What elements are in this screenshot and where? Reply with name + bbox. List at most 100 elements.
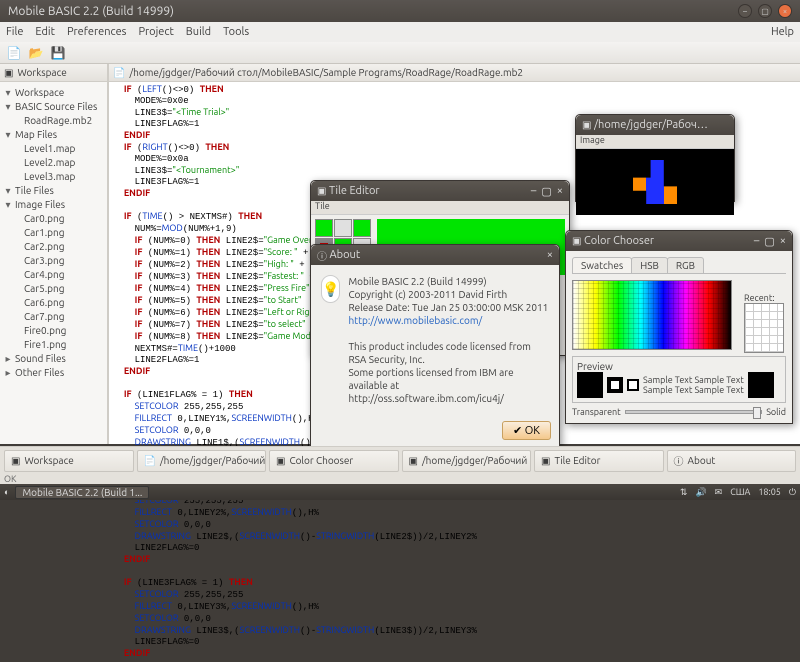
about-line: Mobile BASIC 2.2 (Build 14999) bbox=[348, 275, 549, 288]
sample-text: Sample Text Sample Text bbox=[643, 385, 744, 395]
os-taskbar: ◐ Mobile BASIC 2.2 (Build 1... ⇅ 🔊 ✉ США… bbox=[0, 484, 800, 500]
menu-build[interactable]: Build bbox=[186, 26, 211, 38]
minimize-button[interactable]: – bbox=[738, 4, 752, 18]
tile-icon: ▣ bbox=[317, 185, 326, 197]
about-dialog[interactable]: ⓘ About × 💡 Mobile BASIC 2.2 (Build 1499… bbox=[310, 244, 560, 449]
tree-item[interactable]: RoadRage.mb2 bbox=[2, 114, 105, 128]
tree-item[interactable]: Car5.png bbox=[2, 282, 105, 296]
about-ok-button[interactable]: ✔ OK bbox=[502, 421, 551, 440]
tree-item[interactable]: Level2.map bbox=[2, 156, 105, 170]
task-chooser[interactable]: ▣Color Chooser bbox=[269, 450, 399, 472]
os-task-app[interactable]: Mobile BASIC 2.2 (Build 1... bbox=[15, 486, 149, 499]
lang-indicator[interactable]: США bbox=[730, 487, 750, 497]
close-button[interactable]: × bbox=[778, 4, 792, 18]
tree-group[interactable]: ▾Image Files bbox=[2, 198, 105, 212]
tile-max-button[interactable]: ▢ bbox=[541, 185, 551, 198]
chooser-close-button[interactable]: × bbox=[780, 235, 786, 248]
file-tree[interactable]: ▾Workspace▾BASIC Source FilesRoadRage.mb… bbox=[0, 82, 107, 384]
power-icon[interactable]: ⏻ bbox=[789, 487, 796, 498]
chooser-min-button[interactable]: – bbox=[754, 235, 759, 248]
main-toolbar: 📄 📂 💾 bbox=[0, 42, 800, 64]
tile-close-button[interactable]: × bbox=[557, 185, 563, 198]
tree-item[interactable]: Car1.png bbox=[2, 226, 105, 240]
tree-item[interactable]: Car7.png bbox=[2, 310, 105, 324]
tree-group[interactable]: ▾Tile Files bbox=[2, 184, 105, 198]
preview-swatch-large bbox=[577, 372, 603, 398]
window-titlebar: Mobile BASIC 2.2 (Build 14999) – ▢ × bbox=[0, 0, 800, 22]
tree-group[interactable]: ▾Map Files bbox=[2, 128, 105, 142]
image-subtitle: Image bbox=[576, 135, 734, 149]
preview-swatch-large2 bbox=[748, 372, 774, 398]
tree-item[interactable]: Car0.png bbox=[2, 212, 105, 226]
sidebar-title: Workspace bbox=[17, 67, 66, 78]
about-line: Release Date: Tue Jan 25 03:00:00 MSK 20… bbox=[348, 301, 549, 314]
tree-item[interactable]: Car2.png bbox=[2, 240, 105, 254]
slider-knob[interactable] bbox=[753, 407, 761, 419]
tree-group[interactable]: ▸Sound Files bbox=[2, 352, 105, 366]
tab-rgb[interactable]: RGB bbox=[667, 257, 704, 273]
task-tile[interactable]: ▣Tile Editor bbox=[534, 450, 664, 472]
chooser-max-button[interactable]: ▢ bbox=[764, 235, 774, 248]
task-workspace[interactable]: ▣Workspace bbox=[4, 450, 134, 472]
save-icon[interactable]: 💾 bbox=[48, 44, 68, 62]
tree-group[interactable]: ▾BASIC Source Files bbox=[2, 100, 105, 114]
task-image[interactable]: ▣/home/jgdger/Рабочий стол/M... bbox=[402, 450, 532, 472]
about-link[interactable]: http://www.mobilebasic.com/ bbox=[348, 314, 549, 327]
network-icon[interactable]: ⇅ bbox=[680, 487, 688, 498]
file-icon: 📄 bbox=[113, 67, 125, 79]
clock[interactable]: 18:05 bbox=[758, 487, 781, 497]
tab-hsb[interactable]: HSB bbox=[631, 257, 668, 273]
menu-preferences[interactable]: Preferences bbox=[67, 26, 127, 38]
menu-edit[interactable]: Edit bbox=[35, 26, 55, 38]
opacity-slider[interactable] bbox=[625, 410, 762, 414]
tree-group[interactable]: ▾Workspace bbox=[2, 86, 105, 100]
tile-min-button[interactable]: – bbox=[531, 185, 536, 198]
tab-swatches[interactable]: Swatches bbox=[572, 257, 632, 273]
recent-grid[interactable] bbox=[744, 303, 784, 353]
apps-icon[interactable]: ◐ bbox=[4, 487, 9, 497]
sample-text: Sample Text Sample Text bbox=[643, 375, 744, 385]
maximize-button[interactable]: ▢ bbox=[758, 4, 772, 18]
new-icon[interactable]: 📄 bbox=[4, 44, 24, 62]
mail-icon[interactable]: ✉ bbox=[715, 487, 723, 498]
sprite-preview bbox=[633, 160, 677, 204]
open-icon[interactable]: 📂 bbox=[26, 44, 46, 62]
tree-item[interactable]: Level1.map bbox=[2, 142, 105, 156]
color-chooser-window[interactable]: ▣ Color Chooser –▢× Swatches HSB RGB Rec… bbox=[565, 230, 793, 424]
image-window[interactable]: ▣ /home/jgdger/Рабочий стол/MobileBASIC/… bbox=[575, 114, 735, 202]
tree-item[interactable]: Car4.png bbox=[2, 268, 105, 282]
about-close-button[interactable]: × bbox=[547, 249, 553, 261]
tree-item[interactable]: Fire0.png bbox=[2, 324, 105, 338]
preview-swatch-med bbox=[607, 377, 623, 393]
window-title: Mobile BASIC 2.2 (Build 14999) bbox=[8, 5, 174, 18]
menu-file[interactable]: File bbox=[6, 26, 23, 38]
sound-icon[interactable]: 🔊 bbox=[695, 487, 706, 498]
chooser-tabs: Swatches HSB RGB bbox=[572, 257, 786, 274]
workspace-sidebar: ▣ Workspace ▾Workspace▾BASIC Source File… bbox=[0, 64, 108, 444]
image-path: /home/jgdger/Рабочий стол/MobileBASIC/Sa… bbox=[594, 119, 714, 131]
task-editor[interactable]: 📄/home/jgdger/Рабочий стол/M... bbox=[137, 450, 267, 472]
recent-swatches: Recent: bbox=[744, 293, 784, 353]
image-canvas bbox=[576, 149, 734, 215]
recent-label: Recent: bbox=[744, 293, 775, 303]
solid-label: Solid bbox=[766, 407, 786, 417]
image-icon: ▣ bbox=[582, 119, 591, 131]
tree-item[interactable]: Car3.png bbox=[2, 254, 105, 268]
preview-panel: Preview Sample Text Sample Text Sample T… bbox=[572, 356, 786, 403]
tree-item[interactable]: Car6.png bbox=[2, 296, 105, 310]
swatches-grid[interactable] bbox=[572, 280, 732, 350]
tree-item[interactable]: Fire1.png bbox=[2, 338, 105, 352]
tree-item[interactable]: Level3.map bbox=[2, 170, 105, 184]
transparent-label: Transparent bbox=[572, 407, 621, 417]
menu-help[interactable]: Help bbox=[771, 26, 794, 38]
status-bar: OK bbox=[0, 474, 800, 484]
info-icon: ⓘ bbox=[317, 248, 327, 263]
tree-group[interactable]: ▸Other Files bbox=[2, 366, 105, 380]
app-taskbar: ▣Workspace 📄/home/jgdger/Рабочий стол/M.… bbox=[0, 446, 800, 474]
menu-tools[interactable]: Tools bbox=[223, 26, 249, 38]
preview-swatch-small bbox=[627, 379, 639, 391]
folder-icon: ▣ bbox=[4, 67, 13, 79]
task-about[interactable]: ⓘAbout bbox=[667, 450, 797, 472]
chooser-title: Color Chooser bbox=[584, 235, 654, 247]
menu-project[interactable]: Project bbox=[138, 26, 173, 38]
